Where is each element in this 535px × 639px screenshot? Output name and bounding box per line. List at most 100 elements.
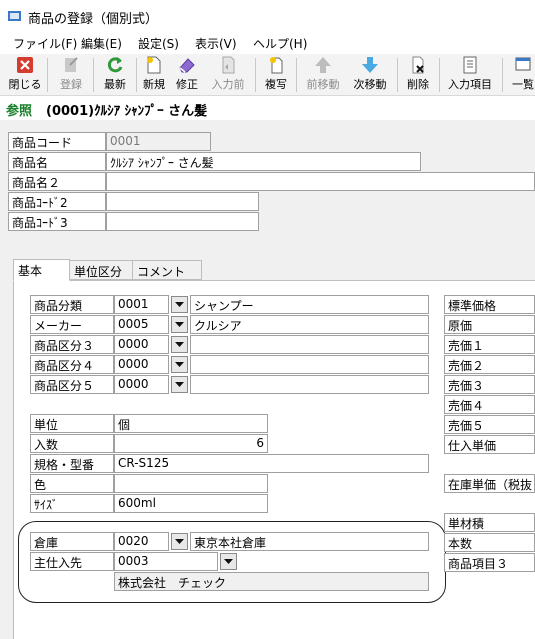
tab-basic[interactable]: 基本 [13,259,70,281]
input-items-button[interactable]: 入力項目 [444,55,496,95]
refresh-label: 最新 [104,78,126,91]
price-label-sell4: 売価４ [444,395,535,414]
price-label-sell1: 売価１ [444,335,535,354]
unit-volume-label: 単材積 [444,513,535,532]
stock-unit-price-label: 在庫単価（税抜 [444,474,535,493]
product-name-field[interactable]: ｸﾙｼｱ ｼｬﾝﾌﾟｰ さん髪 [106,152,421,171]
product-code2-field[interactable] [106,192,259,211]
price-label-sell5: 売価５ [444,415,535,434]
category4-row-name [190,355,429,374]
close-label: 閉じる [8,78,42,91]
dropdown-arrow-icon [175,322,184,327]
menu-file[interactable]: ファイル(F) [13,35,77,52]
arrow-up-icon [315,57,331,73]
maker-row-code[interactable]: 0005 [114,315,169,334]
highlight-oval [18,521,446,603]
delete-document-icon [412,56,424,74]
toolbar-separator [296,58,297,92]
class-row-name: シャンプー [190,295,429,314]
toolbar-separator [439,58,440,92]
toolbar-separator [255,58,256,92]
color-field[interactable] [114,474,268,493]
class-row-code[interactable]: 0001 [114,295,169,314]
unit-label: 単位 [30,414,114,433]
title-bar: 商品の登録（個別式） [0,0,535,32]
copy-button[interactable]: 複写 [261,55,291,95]
input-items-label: 入力項目 [448,78,492,91]
dropdown-arrow-icon [175,342,184,347]
input-prev-button[interactable]: 入力前 [208,55,248,95]
copy-label: 複写 [265,78,287,91]
class-dropdown-button[interactable] [171,296,188,313]
tab-comment[interactable]: コメント [132,260,202,280]
product-code3-field[interactable] [106,212,259,231]
class-row-label: 商品分類 [30,295,114,314]
register-icon [65,57,78,72]
price-label-sell3: 売価３ [444,375,535,394]
spec-label: 規格・型番 [30,454,114,473]
category4-dropdown-button[interactable] [171,356,188,373]
next-move-label: 次移動 [353,78,387,91]
close-button[interactable]: 閉じる [8,55,42,95]
spec-field[interactable]: CR-S125 [114,454,429,473]
product-name2-field[interactable] [106,172,535,191]
current-record: (0001)ｸﾙｼｱ ｼｬﾝﾌﾟｰ さん髪 [46,104,208,119]
product-name2-label: 商品名２ [8,172,106,191]
quantity-field[interactable]: 6 [114,434,268,453]
toolbar-separator [93,58,94,92]
dropdown-arrow-icon [175,382,184,387]
menu-bar: ファイル(F) 編集(E) 設定(S) 表示(V) ヘルプ(H) [0,32,535,54]
modify-label: 修正 [176,78,198,91]
list-form-icon [463,56,477,74]
price-label-cost: 原価 [444,315,535,334]
menu-view[interactable]: 表示(V) [195,35,237,52]
list-button[interactable]: 一覧 [508,55,535,95]
input-prev-label: 入力前 [211,78,245,91]
category4-row-label: 商品区分４ [30,355,114,374]
refresh-icon [107,57,123,73]
dropdown-arrow-icon [175,302,184,307]
toolbar-separator [136,58,137,92]
dropdown-arrow-icon [175,362,184,367]
undo-document-icon [222,56,235,74]
mode-bar: 参照 (0001)ｸﾙｼｱ ｼｬﾝﾌﾟｰ さん髪 [0,96,535,120]
delete-button[interactable]: 削除 [403,55,433,95]
product-code-label: 商品コード [8,132,106,151]
new-button[interactable]: 新規 [139,55,169,95]
copy-document-icon [270,57,283,74]
modify-button[interactable]: 修正 [172,55,202,95]
count-label: 本数 [444,533,535,552]
toolbar: 閉じる 登録 最新 新規 修正 入力前 複写 前移動 次移動 削除 入力項目 一… [0,54,535,96]
category5-row-name [190,375,429,394]
product-code3-label: 商品ｺｰﾄﾞ3 [8,212,106,231]
price-label-sell2: 売価２ [444,355,535,374]
category4-row-code[interactable]: 0000 [114,355,169,374]
prev-move-button[interactable]: 前移動 [304,55,342,95]
price-label-standard: 標準価格 [444,295,535,314]
maker-row-label: メーカー [30,315,114,334]
menu-edit[interactable]: 編集(E) [81,35,122,52]
next-move-button[interactable]: 次移動 [350,55,390,95]
register-button[interactable]: 登録 [54,55,88,95]
close-icon [17,57,33,73]
maker-dropdown-button[interactable] [171,316,188,333]
product-code2-label: 商品ｺｰﾄﾞ2 [8,192,106,211]
product-name-label: 商品名 [8,152,106,171]
menu-settings[interactable]: 設定(S) [138,35,179,52]
tab-unit-class[interactable]: 単位区分 [69,260,133,280]
window-list-icon [515,57,531,71]
category5-dropdown-button[interactable] [171,376,188,393]
window-title: 商品の登録（個別式） [28,12,159,27]
quantity-label: 入数 [30,434,114,453]
category5-row-code[interactable]: 0000 [114,375,169,394]
refresh-button[interactable]: 最新 [98,55,132,95]
menu-help[interactable]: ヘルプ(H) [253,35,307,52]
size-field[interactable]: 600ml [114,494,268,513]
unit-field[interactable]: 個 [114,414,268,433]
category3-dropdown-button[interactable] [171,336,188,353]
list-label: 一覧 [512,78,534,91]
category3-row-code[interactable]: 0000 [114,335,169,354]
mode-label: 参照 [6,104,33,119]
toolbar-separator [397,58,398,92]
color-label: 色 [30,474,114,493]
